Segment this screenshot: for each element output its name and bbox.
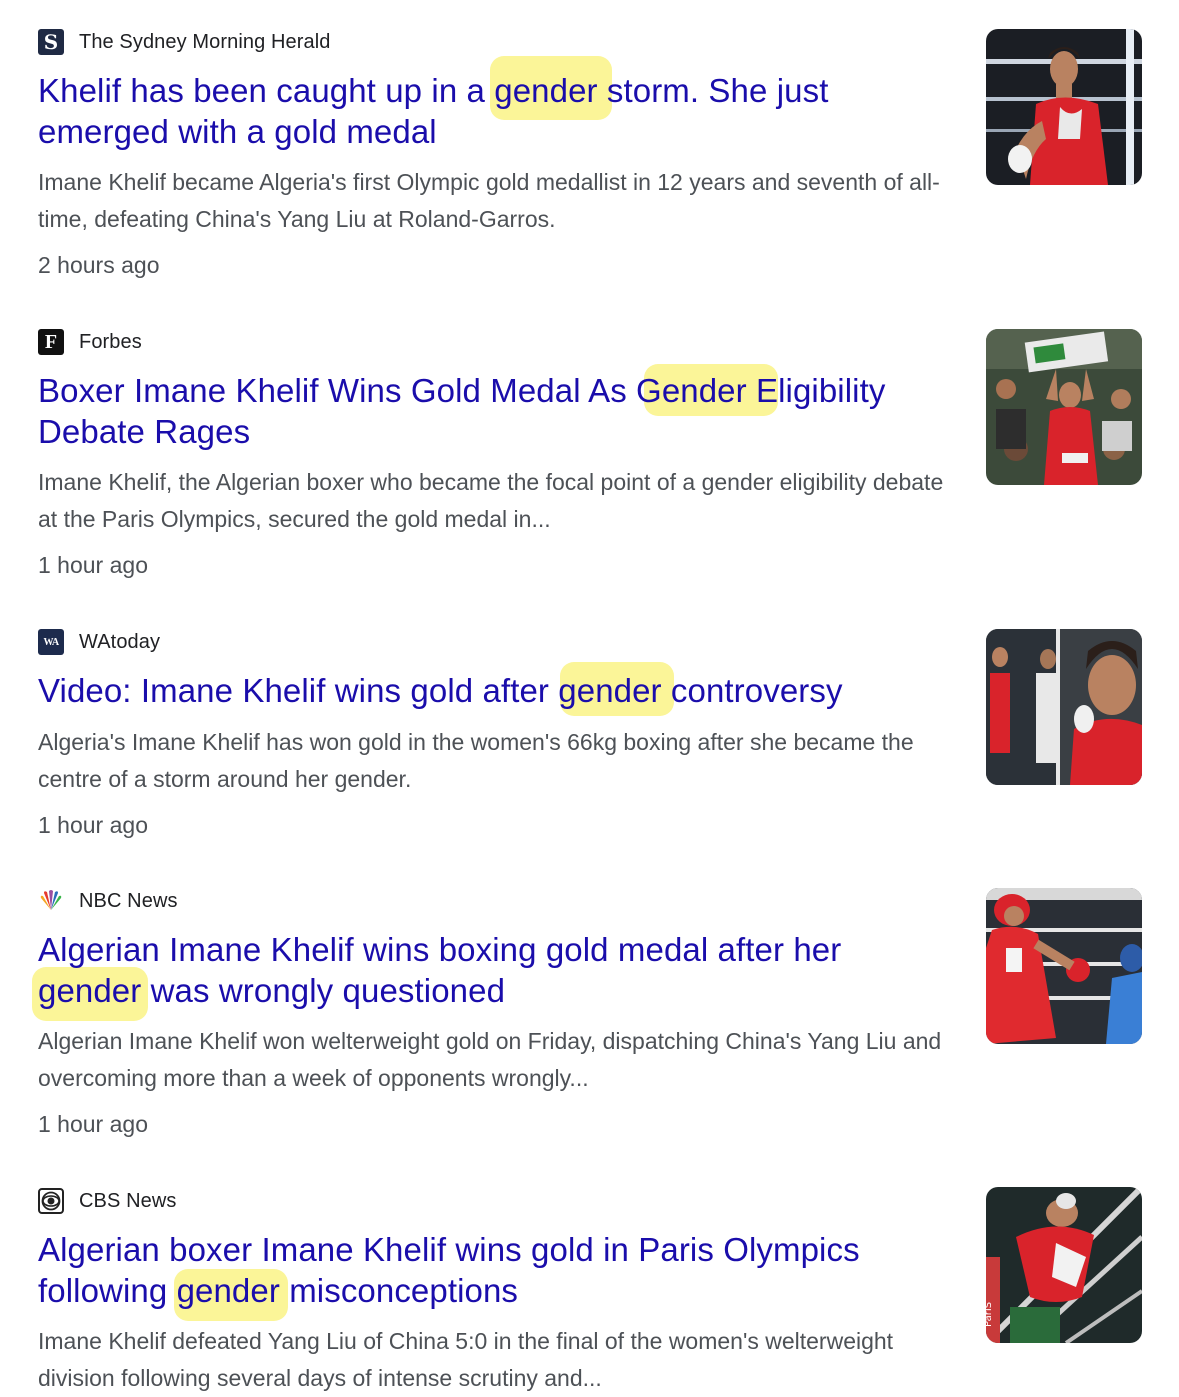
search-result: F Forbes Boxer Imane Khelif Wins Gold Me… <box>38 328 1148 588</box>
result-title-link[interactable]: Boxer Imane Khelif Wins Gold Medal As Ge… <box>38 364 948 452</box>
search-result: NBC News Algerian Imane Khelif wins boxi… <box>32 887 1148 1147</box>
result-title-link[interactable]: Video: Imane Khelif wins gold after gend… <box>38 662 948 716</box>
result-thumbnail[interactable] <box>986 329 1142 485</box>
result-title-link[interactable]: Algerian boxer Imane Khelif wins gold in… <box>38 1229 948 1321</box>
source-name: WAtoday <box>79 630 161 653</box>
forbes-logo-icon: F <box>38 329 64 355</box>
source-name: The Sydney Morning Herald <box>79 30 331 53</box>
result-title-link[interactable]: Khelif has been caught up in a gender st… <box>38 56 948 152</box>
result-source[interactable]: CBS News <box>38 1187 177 1215</box>
smh-logo-icon: S <box>38 29 64 55</box>
result-time: 1 hour ago <box>38 812 148 838</box>
result-thumbnail[interactable] <box>986 888 1142 1044</box>
thumb-ring-text: ParIS <box>986 1302 994 1327</box>
cbs-eye-icon <box>38 1188 64 1214</box>
smh-logo-letter: S <box>43 30 59 54</box>
source-name: CBS News <box>79 1189 177 1212</box>
result-title: Algerian boxer Imane Khelif wins gold in… <box>38 1231 860 1309</box>
search-result: WA WAtoday Video: Imane Khelif wins gold… <box>38 628 1148 848</box>
result-source[interactable]: F Forbes <box>38 328 142 356</box>
result-title: Algerian Imane Khelif wins boxing gold m… <box>38 931 842 1009</box>
result-source[interactable]: WA WAtoday <box>38 628 160 656</box>
source-name: Forbes <box>79 330 142 353</box>
result-title: Khelif has been caught up in a gender st… <box>38 72 829 150</box>
result-source[interactable]: S The Sydney Morning Herald <box>38 28 331 56</box>
watoday-logo-icon: WA <box>38 629 64 655</box>
result-title: Video: Imane Khelif wins gold after gend… <box>38 672 843 709</box>
result-snippet: Imane Khelif defeated Yang Liu of China … <box>38 1328 894 1391</box>
result-snippet: Algeria's Imane Khelif has won gold in t… <box>38 729 914 792</box>
result-thumbnail[interactable] <box>986 29 1142 185</box>
result-thumbnail[interactable]: ParIS <box>986 1187 1142 1343</box>
nbc-peacock-icon <box>38 888 64 914</box>
result-snippet: Algerian Imane Khelif won welterweight g… <box>38 1028 942 1091</box>
result-time: 2 hours ago <box>38 252 160 278</box>
search-result: S The Sydney Morning Herald Khelif has b… <box>38 28 1148 288</box>
result-snippet: Imane Khelif became Algeria's first Olym… <box>38 169 940 232</box>
watoday-logo-letters: WA <box>43 636 59 648</box>
source-name: NBC News <box>79 889 178 912</box>
result-snippet: Imane Khelif, the Algerian boxer who bec… <box>38 469 944 532</box>
search-result: CBS News Algerian boxer Imane Khelif win… <box>38 1187 1148 1391</box>
result-time: 1 hour ago <box>38 1111 148 1137</box>
result-title-link[interactable]: Algerian Imane Khelif wins boxing gold m… <box>32 929 948 1021</box>
result-source[interactable]: NBC News <box>38 887 178 915</box>
forbes-logo-letter: F <box>44 330 58 353</box>
result-time: 1 hour ago <box>38 552 148 578</box>
result-thumbnail[interactable] <box>986 629 1142 785</box>
